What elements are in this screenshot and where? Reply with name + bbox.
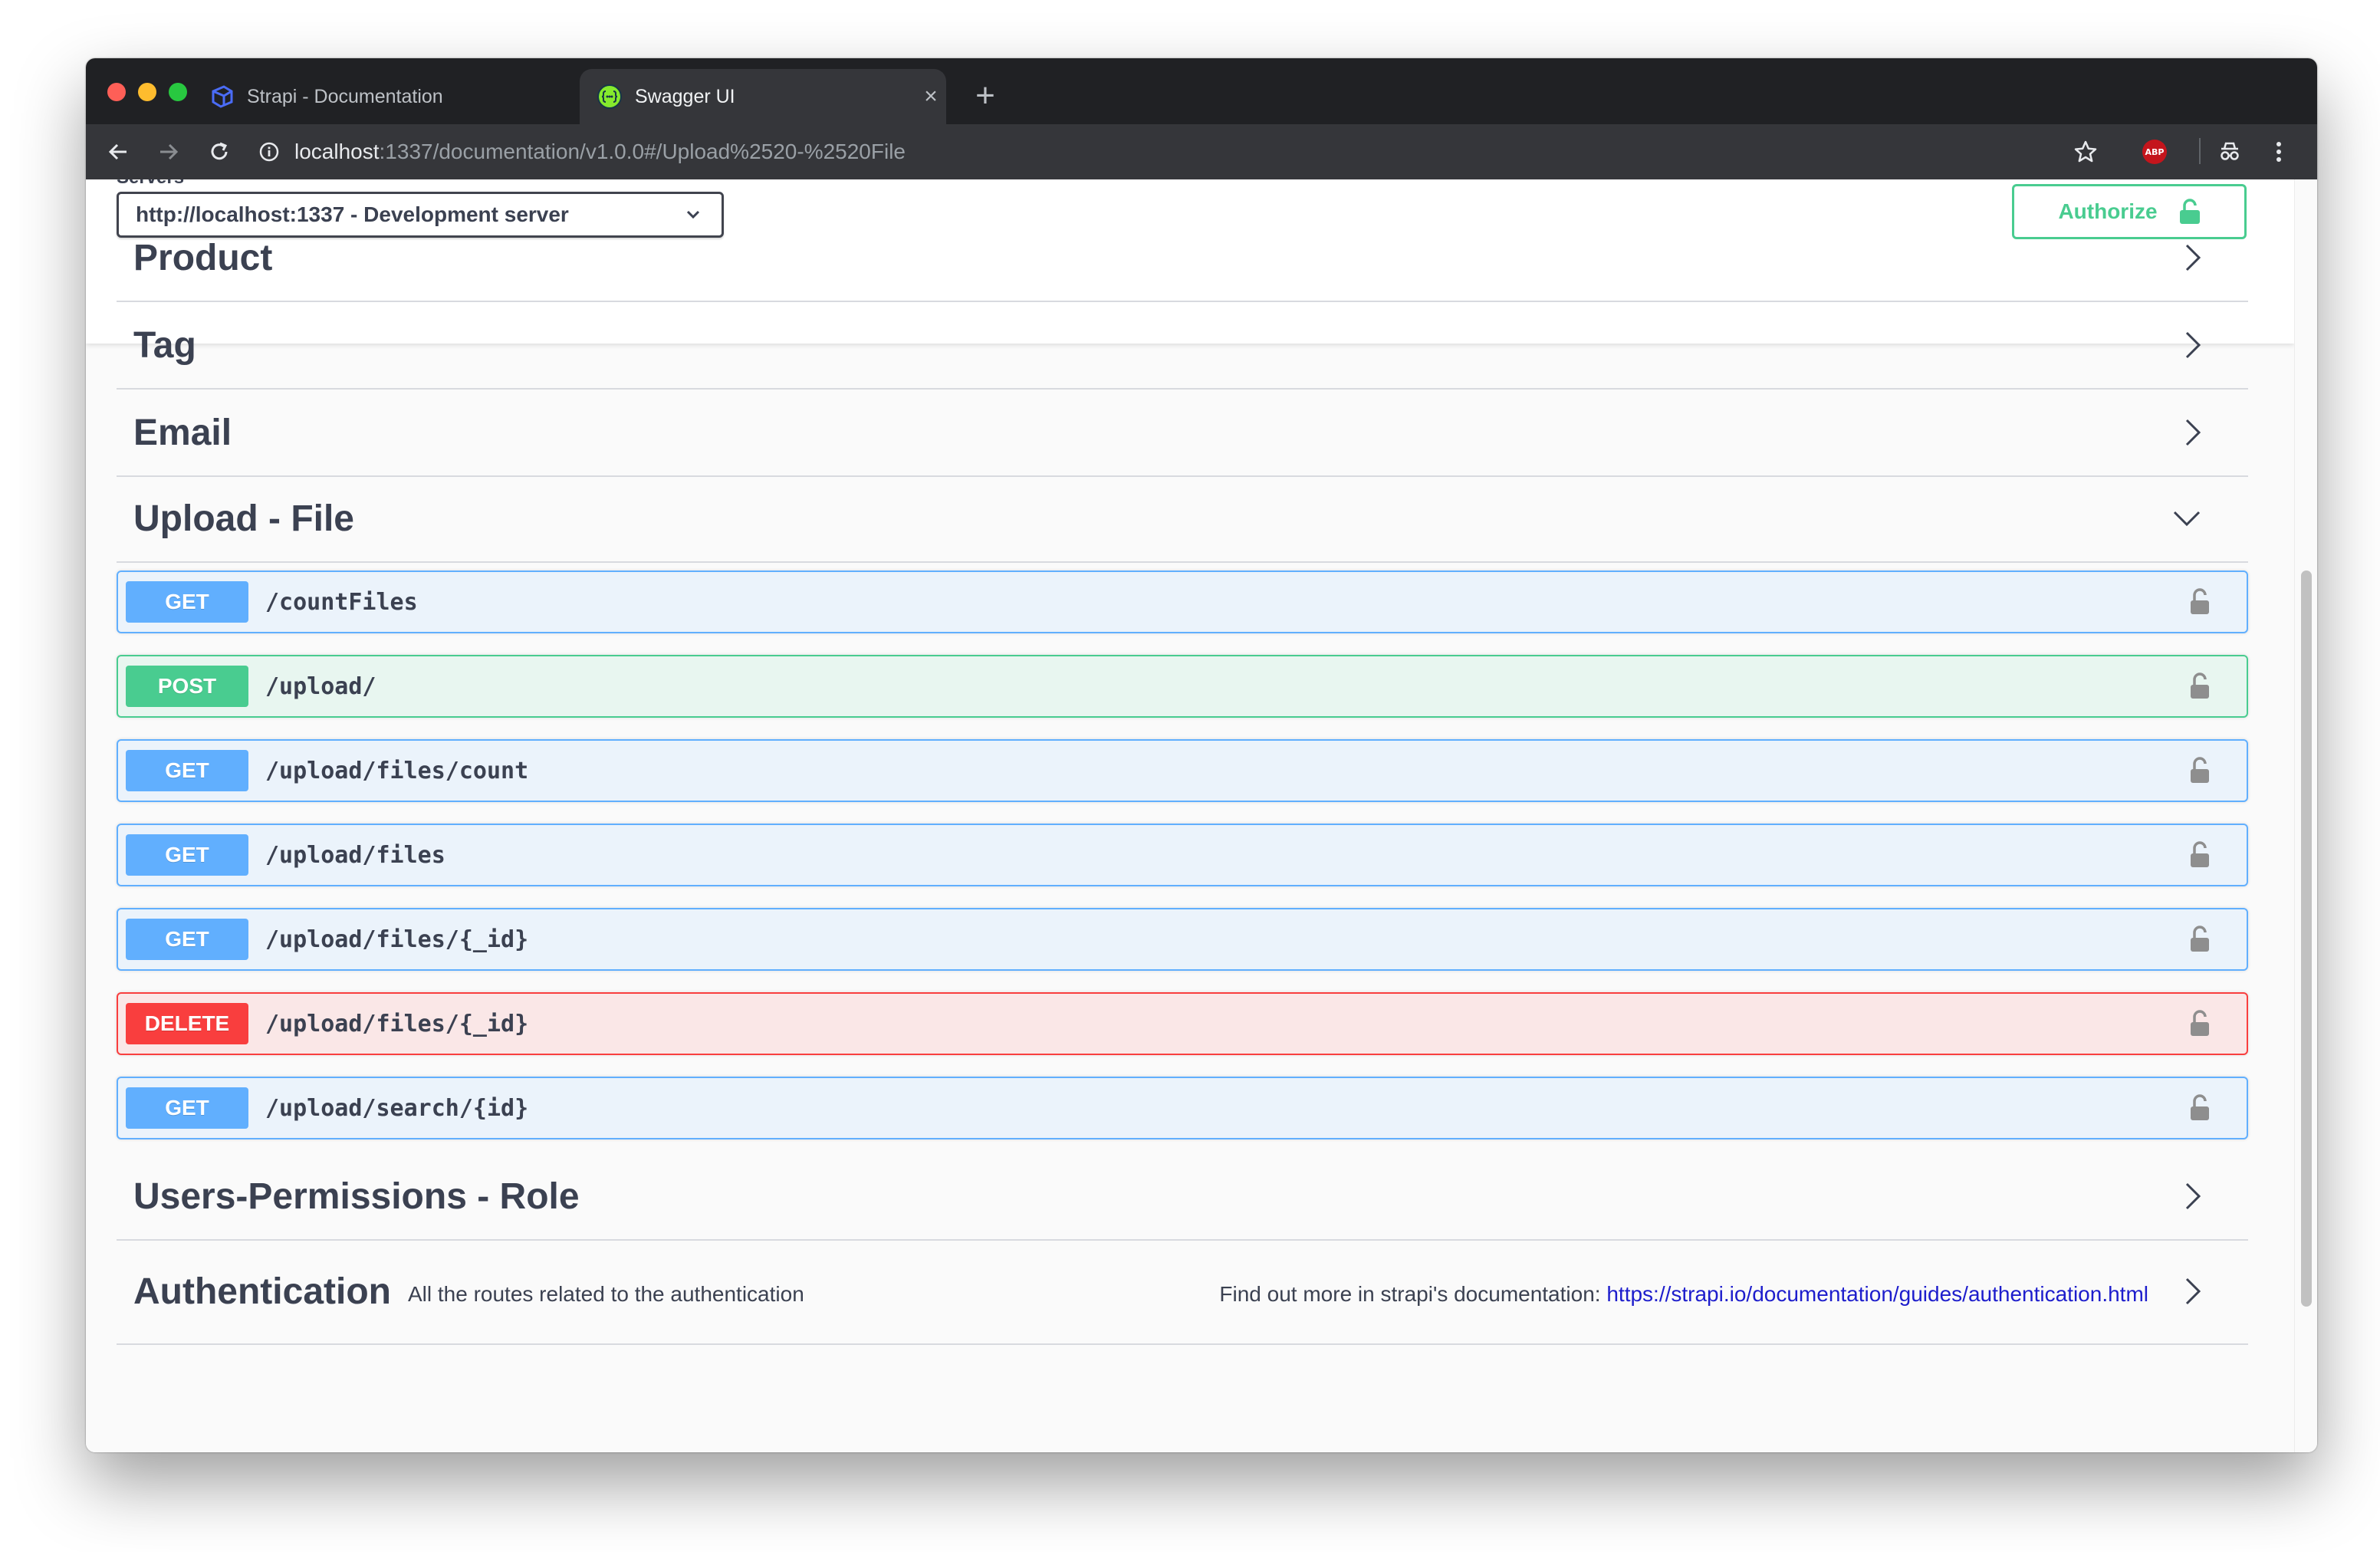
operation-row[interactable]: POST /upload/ — [117, 655, 2248, 718]
operation-path: /upload/files — [265, 841, 445, 869]
tab-title: Swagger UI — [635, 85, 735, 107]
back-button[interactable] — [101, 135, 135, 169]
scrollbar-thumb[interactable] — [2301, 570, 2312, 1307]
section-tag[interactable]: Tag — [117, 302, 2248, 390]
reload-button[interactable] — [202, 135, 236, 169]
operation-path: /upload/files/{_id} — [265, 1010, 529, 1037]
close-window-button[interactable] — [107, 83, 126, 101]
forward-button[interactable] — [152, 135, 186, 169]
chevron-down-icon — [2173, 511, 2201, 527]
operation-row[interactable]: GET /upload/files/{_id} — [117, 908, 2248, 971]
section-title: Product — [133, 237, 273, 278]
unlock-icon[interactable] — [2188, 1009, 2211, 1038]
section-title: Upload - File — [133, 498, 354, 539]
external-docs-text: Find out more in strapi's documentation: — [1219, 1282, 1607, 1306]
section-title: Email — [133, 412, 232, 453]
operation-row[interactable]: GET /upload/files — [117, 824, 2248, 886]
minimize-window-button[interactable] — [138, 83, 156, 101]
section-authentication[interactable]: Authentication All the routes related to… — [117, 1239, 2248, 1345]
operation-path: /upload/files/count — [265, 757, 529, 784]
section-upload-file[interactable]: Upload - File — [117, 475, 2248, 563]
method-badge: GET — [126, 750, 248, 791]
tab-close-icon[interactable]: × — [916, 84, 946, 110]
external-docs-link[interactable]: https://strapi.io/documentation/guides/a… — [1606, 1282, 2148, 1306]
adblock-extension-button[interactable]: ABP — [2138, 135, 2171, 169]
operation-row[interactable]: GET /upload/files/count — [117, 739, 2248, 802]
unlock-icon[interactable] — [2188, 587, 2211, 617]
operation-row[interactable]: DELETE /upload/files/{_id} — [117, 992, 2248, 1055]
tab-title: Strapi - Documentation — [247, 85, 443, 107]
maximize-window-button[interactable] — [169, 83, 187, 101]
unlock-icon[interactable] — [2188, 840, 2211, 870]
more-vertical-icon — [2276, 142, 2281, 162]
tab-swagger-ui[interactable]: Swagger UI × — [580, 69, 946, 124]
method-badge: POST — [126, 666, 248, 707]
browser-menu-button[interactable] — [2262, 135, 2296, 169]
operation-row[interactable]: GET /countFiles — [117, 570, 2248, 633]
toolbar-separator — [2199, 138, 2201, 164]
operation-path: /countFiles — [265, 588, 418, 616]
servers-label: Servers — [117, 179, 184, 189]
operation-path: /upload/files/{_id} — [265, 926, 529, 953]
operation-path: /upload/search/{id} — [265, 1094, 529, 1122]
address-bar[interactable]: localhost:1337/documentation/v1.0.0#/Upl… — [258, 133, 2317, 170]
scrollbar[interactable] — [2294, 179, 2317, 1452]
section-email[interactable]: Email — [117, 390, 2248, 477]
url-path: :1337/documentation/v1.0.0#/Upload%2520-… — [379, 140, 906, 163]
unlock-icon[interactable] — [2188, 1093, 2211, 1123]
browser-toolbar: localhost:1337/documentation/v1.0.0#/Upl… — [86, 124, 2317, 179]
abp-icon: ABP — [2142, 140, 2167, 164]
arrow-right-icon — [160, 143, 179, 160]
unlock-icon[interactable] — [2188, 925, 2211, 954]
section-users-permissions-role[interactable]: Users-Permissions - Role — [117, 1153, 2248, 1241]
arrow-left-icon — [108, 143, 127, 160]
reload-icon — [211, 142, 228, 160]
operation-row[interactable]: GET /upload/search/{id} — [117, 1077, 2248, 1139]
method-badge: GET — [126, 919, 248, 960]
method-badge: GET — [126, 834, 248, 876]
chevron-right-icon — [2185, 1277, 2201, 1305]
tab-bar: Strapi - Documentation × Swagger UI × + — [86, 58, 2317, 124]
chevron-right-icon — [2185, 244, 2201, 271]
method-badge: GET — [126, 1087, 248, 1129]
bookmark-star-icon[interactable] — [2069, 135, 2102, 169]
method-badge: GET — [126, 581, 248, 623]
section-title: Users-Permissions - Role — [133, 1176, 580, 1217]
swagger-icon — [597, 84, 623, 110]
external-docs: Find out more in strapi's documentation:… — [1219, 1282, 2148, 1307]
browser-window: Strapi - Documentation × Swagger UI × + — [86, 58, 2317, 1452]
strapi-icon — [209, 84, 235, 110]
chevron-right-icon — [2185, 1182, 2201, 1210]
section-product[interactable]: Product — [117, 215, 2248, 302]
section-title: Tag — [133, 324, 196, 366]
swagger-page: Servers http://localhost:1337 - Developm… — [86, 179, 2294, 1452]
section-description: All the routes related to the authentica… — [407, 1282, 804, 1306]
chevron-right-icon — [2185, 419, 2201, 446]
unlock-icon[interactable] — [2188, 672, 2211, 701]
unlock-icon[interactable] — [2188, 756, 2211, 785]
section-title: Authentication — [133, 1271, 391, 1312]
chevron-right-icon — [2185, 331, 2201, 359]
incognito-extension-icon[interactable] — [2213, 135, 2247, 169]
method-badge: DELETE — [126, 1003, 248, 1044]
info-icon[interactable] — [258, 140, 281, 163]
url-host: localhost — [294, 140, 380, 163]
new-tab-button[interactable]: + — [966, 77, 1004, 115]
operation-path: /upload/ — [265, 672, 376, 700]
